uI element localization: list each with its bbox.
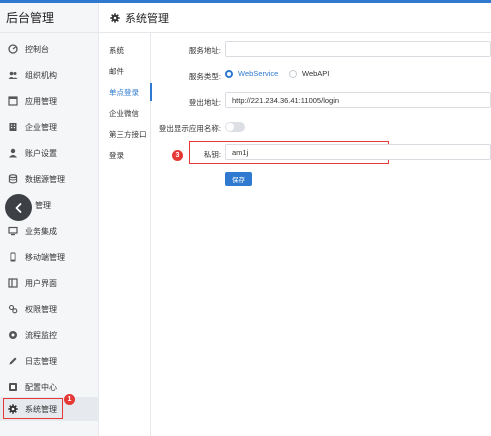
sidebar-item-process[interactable]: 流程监控 [0,323,98,347]
sidebar-item-label: 配置中心 [25,382,57,392]
sidebar-item-datasource[interactable]: 数据源管理 [0,167,98,191]
submenu-item-third-party[interactable]: 第三方接口 [99,124,151,144]
sidebar-item-logs[interactable]: 日志管理 [0,349,98,373]
users-icon [6,68,20,82]
sso-settings-form: 服务地址: 服务类型: WebService WebAPI 登出地址: http… [151,33,491,436]
building-icon [6,120,20,134]
sidebar-item-ui[interactable]: 用户界面 [0,271,98,295]
sidebar-item-label: 系统管理 [25,404,57,414]
dashboard-icon [6,42,20,56]
sidebar-item-label: 数据源管理 [25,174,65,184]
private-key-input[interactable]: am1j [225,144,491,160]
permission-icon [6,302,20,316]
submenu-item-sso[interactable]: 单点登录 [99,82,152,102]
database-icon [6,172,20,186]
gear-icon [6,402,20,416]
radio-dot [225,69,233,78]
sidebar-item-label: 移动端管理 [25,252,65,262]
submenu-item-login[interactable]: 登录 [99,145,151,165]
chevron-left-icon [15,202,21,213]
radio-webapi[interactable]: WebAPI [289,69,329,78]
back-button[interactable] [5,194,32,221]
sidebar-item-label: 企业管理 [25,122,57,132]
gear-icon [110,12,120,23]
radio-dot [289,69,297,78]
show-app-name-label: 登出显示应用名称: [158,124,221,133]
config-icon [6,380,20,394]
layout-icon [6,276,20,290]
sidebar-item-label: 权限管理 [25,304,57,314]
save-button[interactable]: 保存 [225,172,252,186]
sidebar-item-label: 流程监控 [25,330,57,340]
radio-webservice[interactable]: WebService [225,69,278,78]
monitor-icon [6,224,20,238]
mobile-icon [6,250,20,264]
settings-submenu: 系统 邮件 单点登录 企业微信 第三方接口 登录 [99,33,152,436]
sidebar-item-mobile[interactable]: 移动端管理 [0,245,98,269]
logout-address-input[interactable]: http://221.234.36.41:11005/login [225,92,491,108]
sidebar-item-organization[interactable]: 组织机构 [0,63,98,87]
sidebar-item-config[interactable]: 配置中心 [0,375,98,399]
show-app-name-toggle[interactable] [225,122,245,132]
service-address-label: 服务地址: [188,46,221,55]
gauge-icon [6,328,20,342]
pen-icon [6,354,20,368]
sidebar-item-account[interactable]: 账户设置 [0,141,98,165]
sidebar-item-label: 日志管理 [25,356,57,366]
sidebar-item-apps[interactable]: 应用管理 [0,89,98,113]
private-key-label: 私钥: [203,150,221,159]
sidebar-item-console[interactable]: 控制台 [0,37,98,61]
service-type-label: 服务类型: [188,72,221,81]
sidebar-item-label: 账户设置 [25,148,57,158]
sidebar-item-label: 管理 [35,200,51,210]
sidebar-item-label: 控制台 [25,44,49,54]
toggle-knob [226,123,234,131]
sidebar-item-permissions[interactable]: 权限管理 [0,297,98,321]
sidebar-item-label: 用户界面 [25,278,57,288]
submenu-item-mail[interactable]: 邮件 [99,61,151,81]
user-icon [6,146,20,160]
app-window-icon [6,94,20,108]
step-marker-badge: 1 [64,394,75,405]
sidebar-item-system[interactable]: 系统管理 [0,397,98,421]
page-header: 系统管理 [99,3,491,33]
page-title: 系统管理 [125,12,169,25]
app-title: 后台管理 [0,3,98,33]
sidebar-item-label: 应用管理 [25,96,57,106]
submenu-item-system[interactable]: 系统 [99,40,151,60]
submenu-item-wechat-work[interactable]: 企业微信 [99,103,151,123]
logout-address-label: 登出地址: [188,98,221,107]
sidebar-item-label: 组织机构 [25,70,57,80]
service-address-input[interactable] [225,41,491,57]
sidebar-item-enterprise[interactable]: 企业管理 [0,115,98,139]
sidebar-item-label: 业务集成 [25,226,57,236]
sidebar-item-integration[interactable]: 业务集成 [0,219,98,243]
